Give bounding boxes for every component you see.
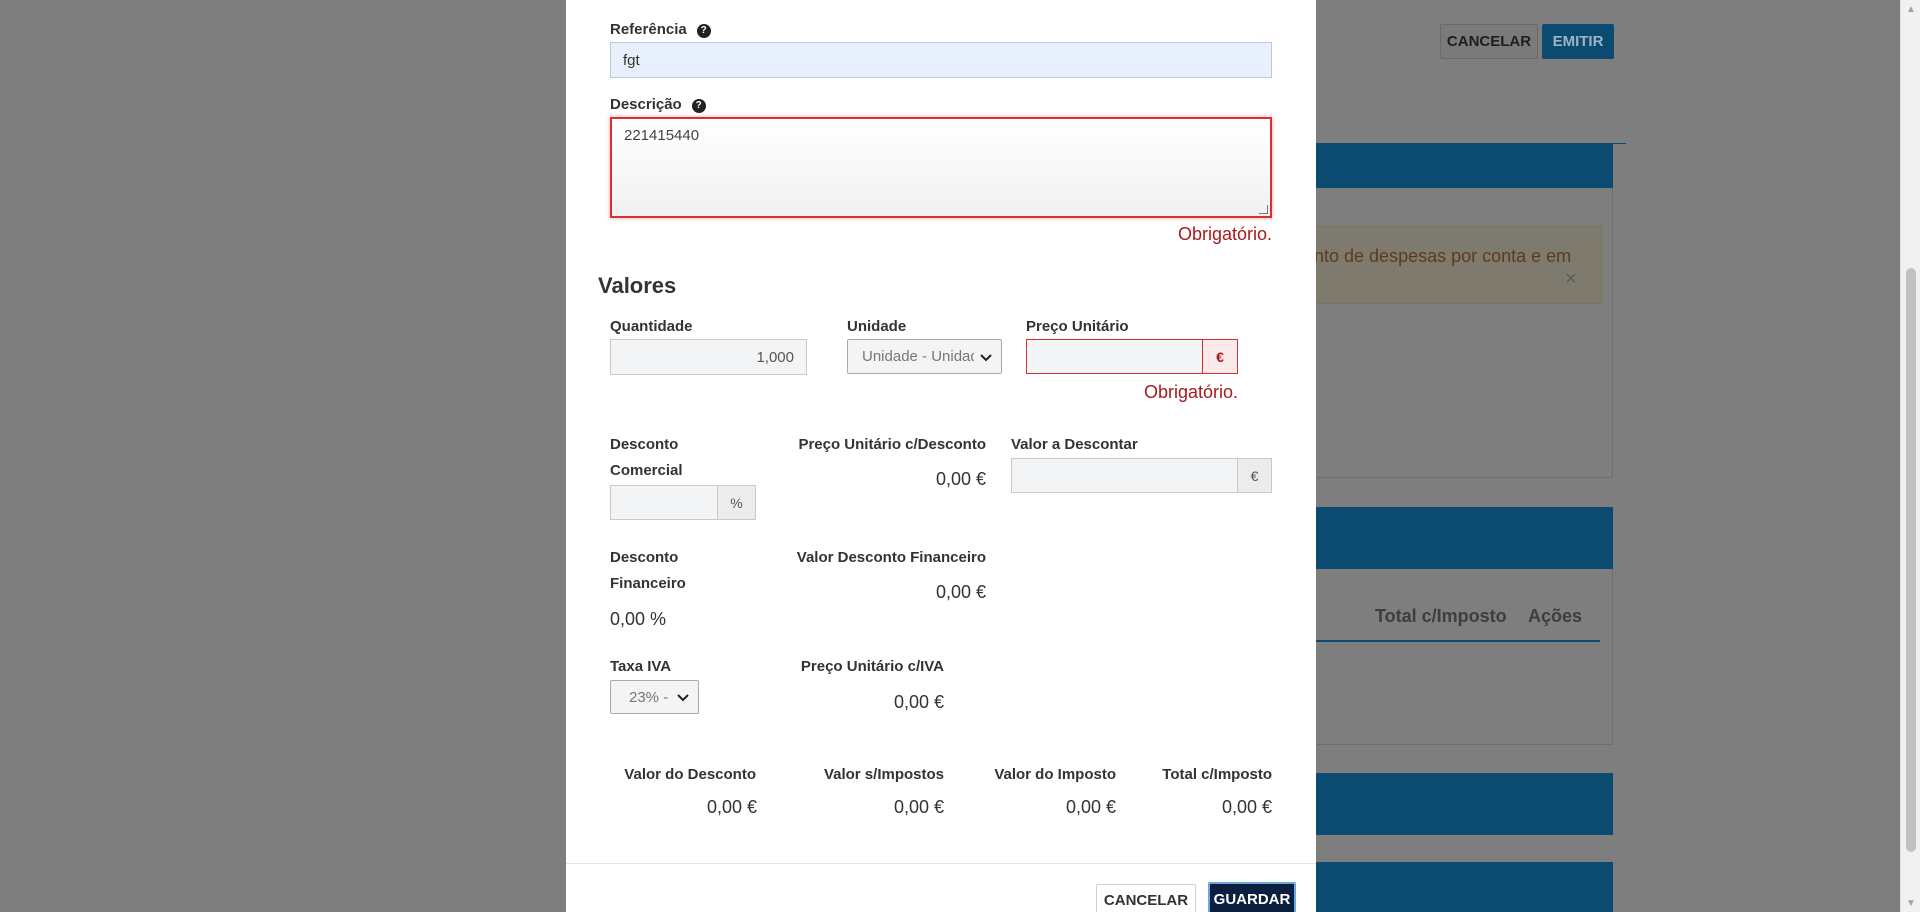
- preco-unitario-input[interactable]: [1026, 339, 1203, 374]
- preco-desconto-label: Preço Unitário c/Desconto: [798, 436, 986, 453]
- unidade-select[interactable]: Unidade - Unidade: [847, 339, 1002, 374]
- chevron-down-icon: [980, 353, 992, 361]
- total-com-imposto-value: 0,00 €: [1221, 797, 1272, 817]
- bg-emit-button[interactable]: EMITIR: [1542, 24, 1614, 59]
- footer-divider: [566, 863, 1316, 864]
- valores-title: Valores: [598, 273, 677, 298]
- total-sem-impostos-label: Valor s/Impostos: [823, 766, 944, 783]
- resize-grip-icon[interactable]: [1259, 205, 1268, 214]
- valor-descontar-currency: €: [1237, 458, 1272, 493]
- total-sem-impostos-value: 0,00 €: [893, 797, 944, 817]
- total-desconto-label: Valor do Desconto: [624, 766, 756, 783]
- scroll-up-icon[interactable]: ▲: [1901, 0, 1920, 18]
- descricao-error: Obrigatório.: [1177, 224, 1272, 244]
- bg-th-line: [1310, 640, 1600, 642]
- total-com-imposto-label: Total c/Imposto: [1162, 766, 1272, 783]
- desconto-comercial-input[interactable]: [610, 485, 718, 520]
- help-icon[interactable]: ?: [691, 99, 706, 113]
- bg-panel-header-3: [1310, 773, 1613, 835]
- taxa-iva-label: Taxa IVA: [610, 658, 672, 675]
- preco-unitario-error: Obrigatório.: [1143, 382, 1238, 402]
- save-button[interactable]: GUARDAR: [1208, 882, 1296, 912]
- unidade-selected: Unidade - Unidade: [862, 348, 974, 365]
- chevron-down-icon: [677, 694, 689, 702]
- preco-iva-value: 0,00 €: [893, 692, 944, 712]
- desconto-financeiro-value: 0,00 %: [610, 609, 667, 629]
- preco-unitario-currency: €: [1202, 339, 1238, 374]
- quantidade-label: Quantidade: [610, 318, 693, 335]
- taxa-iva-selected: 23% - Taxa Normal: [629, 688, 671, 706]
- page-scrollbar[interactable]: ▲ ▼: [1900, 0, 1920, 912]
- preco-desconto-value: 0,00 €: [935, 469, 986, 489]
- total-desconto-value: 0,00 €: [706, 797, 757, 817]
- bg-th-acoes: Ações: [1528, 606, 1583, 626]
- bg-panel-body-2: [1310, 569, 1613, 745]
- desconto-comercial-label: Desconto: [610, 436, 679, 453]
- descricao-textarea[interactable]: 221415440: [610, 117, 1272, 218]
- desconto-comercial-unit: %: [717, 485, 756, 520]
- scroll-thumb[interactable]: [1906, 268, 1916, 852]
- cancel-button[interactable]: CANCELAR: [1096, 884, 1196, 912]
- help-icon[interactable]: ?: [696, 24, 711, 38]
- valor-descontar-input[interactable]: [1011, 458, 1238, 493]
- desconto-comercial-label-2: Comercial: [610, 462, 683, 479]
- total-imposto-label: Valor do Imposto: [994, 766, 1116, 783]
- unidade-label: Unidade: [847, 318, 907, 335]
- valor-descontar-label: Valor a Descontar: [1011, 436, 1138, 453]
- descricao-label: Descrição?: [610, 92, 706, 118]
- total-imposto-value: 0,00 €: [1065, 797, 1116, 817]
- line-item-modal: Referência? fgt Descrição? 221415440 Obr…: [566, 0, 1316, 912]
- valor-desconto-financeiro-label: Valor Desconto Financeiro: [796, 549, 986, 566]
- referencia-label: Referência?: [610, 17, 711, 43]
- referencia-input[interactable]: fgt: [610, 42, 1272, 78]
- desconto-financeiro-label-2: Financeiro: [610, 575, 686, 592]
- quantidade-input[interactable]: 1,000: [610, 339, 807, 375]
- bg-alert-close-icon[interactable]: ×: [1565, 268, 1577, 291]
- desconto-financeiro-label: Desconto: [610, 549, 679, 566]
- valor-desconto-financeiro-value: 0,00 €: [935, 582, 986, 602]
- bg-alert-text: nto de despesas por conta e em: [1314, 246, 1572, 266]
- scroll-down-icon[interactable]: ▼: [1901, 894, 1920, 912]
- bg-panel-header-2: [1310, 507, 1613, 569]
- taxa-iva-select[interactable]: 23% - Taxa Normal: [610, 680, 699, 714]
- bg-panel-header-4: [1310, 862, 1613, 912]
- bg-panel-header: [1310, 144, 1613, 188]
- bg-th-total: Total c/Imposto: [1375, 606, 1507, 626]
- descricao-value: 221415440: [624, 127, 700, 144]
- preco-unitario-label: Preço Unitário: [1026, 318, 1129, 335]
- bg-cancel-button[interactable]: CANCELAR: [1440, 24, 1538, 59]
- preco-iva-label: Preço Unitário c/IVA: [800, 658, 944, 675]
